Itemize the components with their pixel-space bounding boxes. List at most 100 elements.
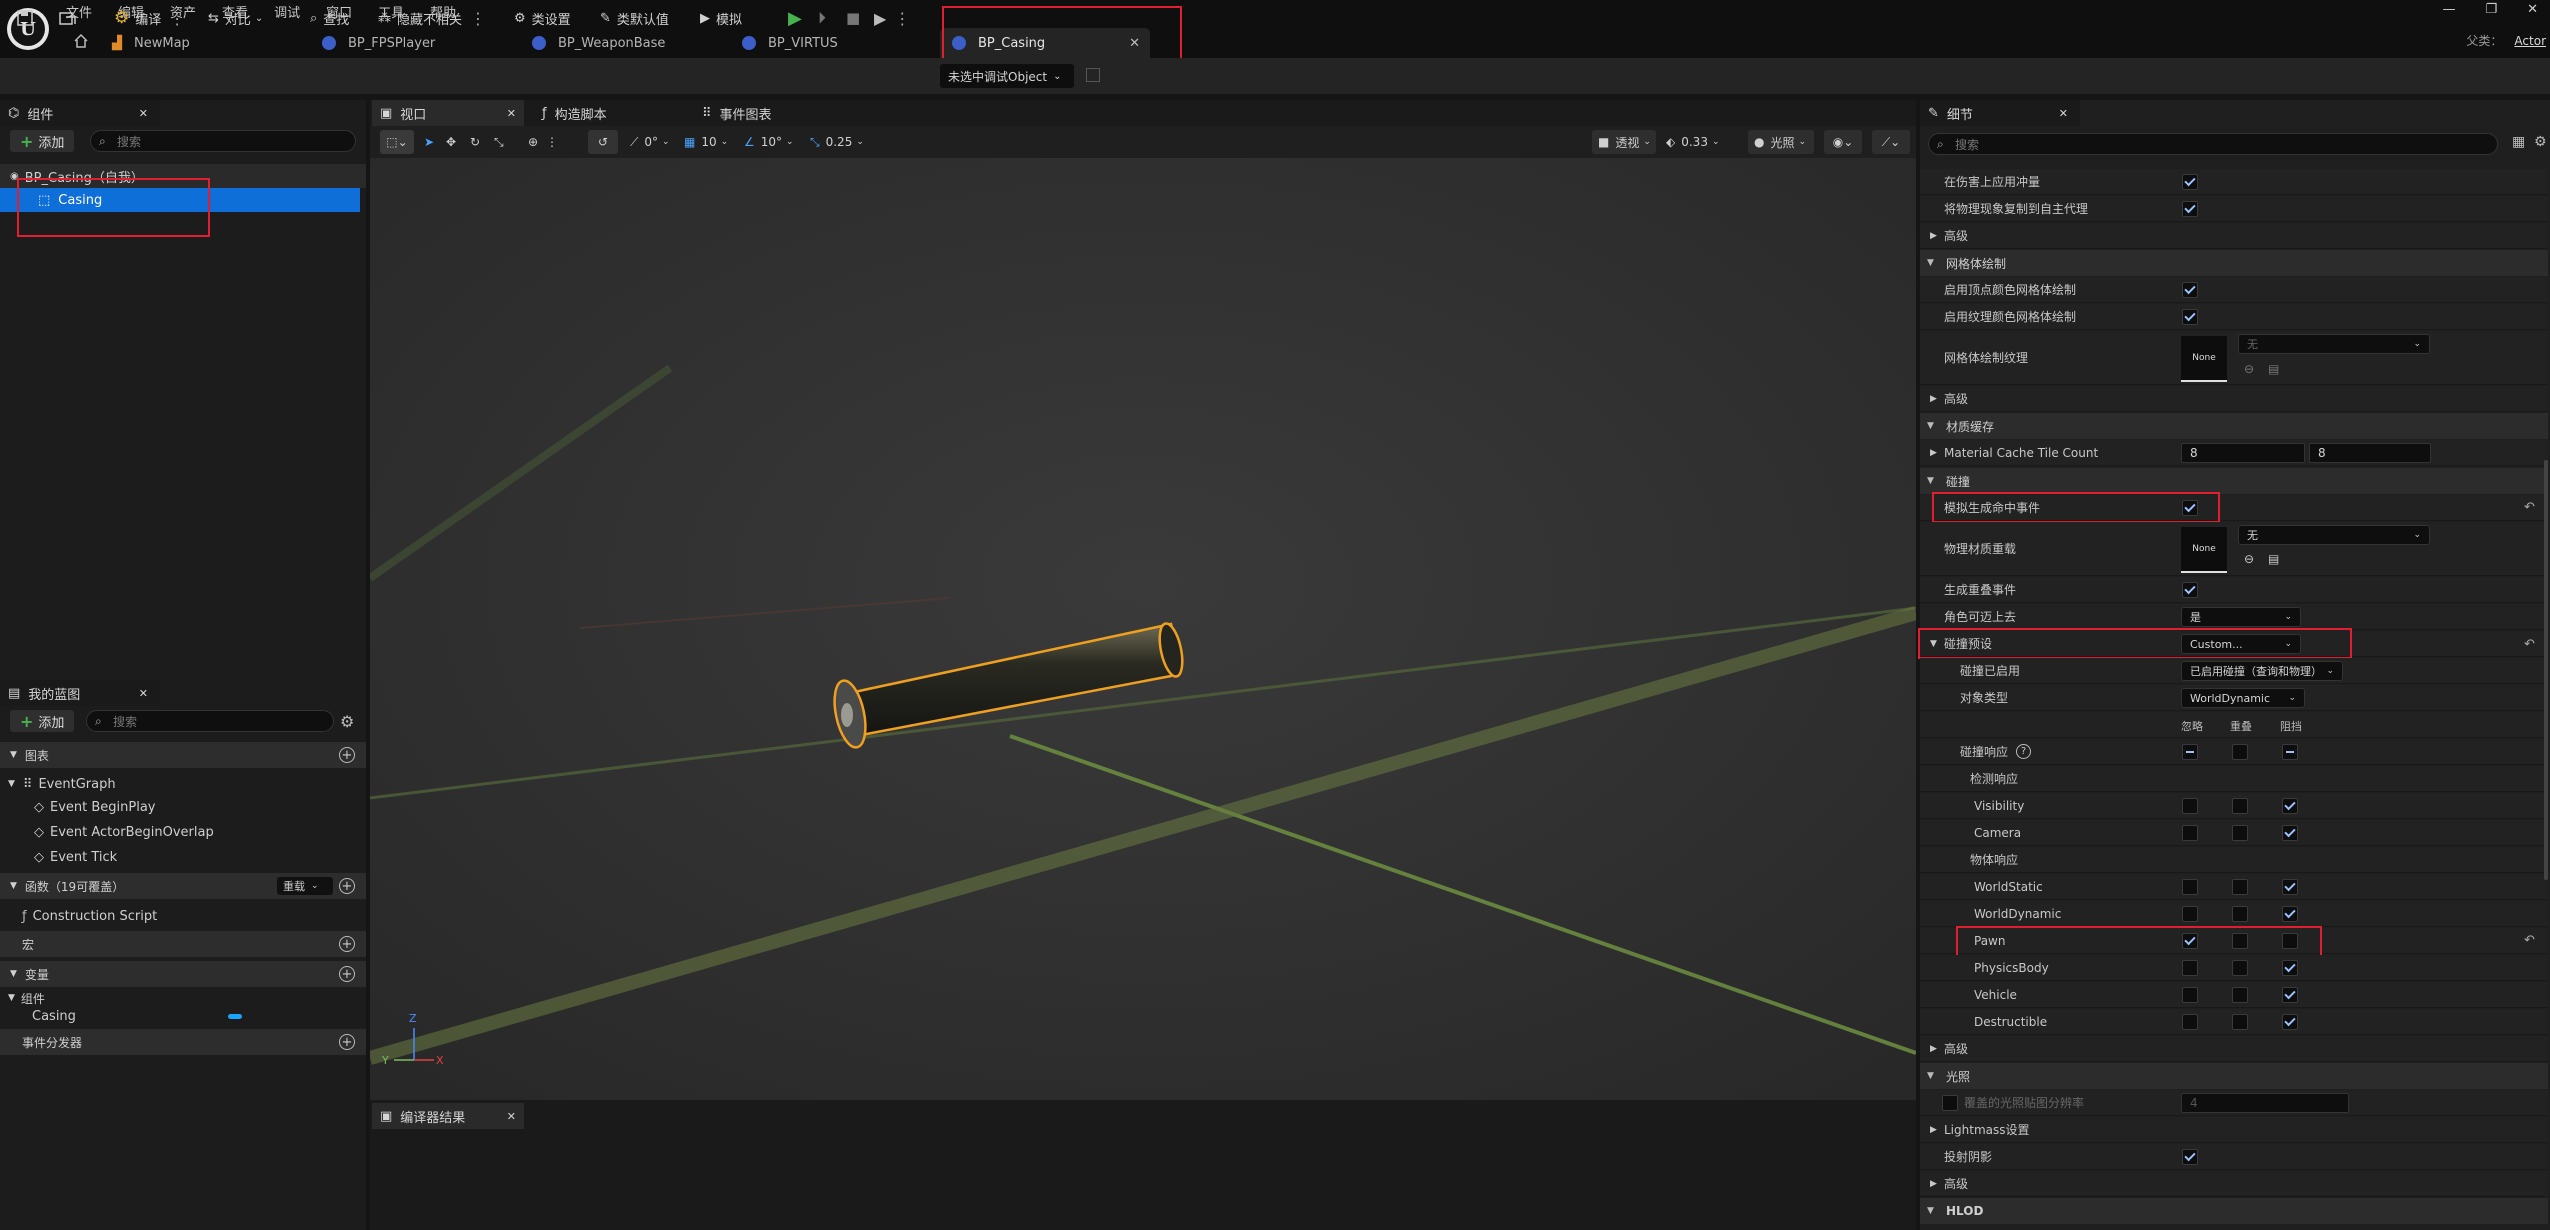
lighting-mode-dropdown[interactable]: ● 光照 ⌄ [1748, 130, 1814, 154]
components-title-tab[interactable]: ⌬ 组件 ✕ [0, 100, 160, 126]
texture-thumbnail[interactable]: None [2181, 336, 2227, 382]
camera-block[interactable] [2282, 825, 2298, 841]
event-dispatchers-section[interactable]: 事件分发器 [0, 1029, 366, 1055]
advanced-row[interactable]: ▶ 高级 [1920, 1171, 2548, 1197]
show-flags-dropdown[interactable]: ◉⌄ [1824, 130, 1862, 154]
surface-snap-icon[interactable]: ↺ [588, 130, 618, 154]
macros-section[interactable]: 宏 [0, 931, 366, 957]
tile-count-y-field[interactable]: 8 [2309, 443, 2431, 463]
simulate-button[interactable]: ▶ 模拟 [700, 0, 742, 36]
hide-unrelated-button[interactable]: ⁂ 隐藏不相关 ⋮ [378, 0, 486, 36]
translate-tool-icon[interactable]: ✥ [446, 130, 456, 154]
vehicle-block[interactable] [2282, 987, 2298, 1003]
details-title-tab[interactable]: ✎ 细节 ✕ [1920, 100, 2080, 126]
responses-ignore-all[interactable] [2182, 744, 2198, 760]
casing-variable-item[interactable]: Casing [32, 1006, 76, 1026]
reset-to-default-icon[interactable]: ↶ [2524, 500, 2535, 515]
mesh-paint-section[interactable]: ▼ 网格体绘制 [1920, 250, 2548, 276]
physics-body-block[interactable] [2282, 960, 2298, 976]
close-icon[interactable]: ✕ [507, 107, 516, 120]
class-settings-button[interactable]: ⚙ 类设置 [514, 0, 571, 36]
help-icon[interactable]: ? [2016, 744, 2032, 759]
tab-viewport[interactable]: ▣ 视口 ✕ [372, 100, 524, 126]
cast-shadow-checkbox[interactable] [2182, 1149, 2198, 1165]
collision-section[interactable]: ▼ 碰撞 [1920, 468, 2548, 494]
add-blueprint-item-button[interactable]: + 添加 [10, 710, 75, 732]
use-selected-icon[interactable]: ⊖ [2244, 362, 2254, 376]
gear-icon[interactable]: ⚙ [2534, 134, 2547, 150]
maximize-icon[interactable]: ❐ [2485, 2, 2497, 17]
world-dynamic-block[interactable] [2282, 906, 2298, 922]
browse-button[interactable] [58, 0, 78, 36]
eject-button[interactable]: ▶ ⋮ [874, 0, 910, 36]
browse-asset-icon[interactable]: ▤ [2268, 552, 2279, 566]
viewport-options-dropdown[interactable]: ⟋⌄ [1872, 130, 1910, 154]
more-icon[interactable]: ⋮ [169, 9, 185, 28]
stop-button[interactable]: ■ [846, 0, 860, 36]
minimize-icon[interactable]: — [2442, 2, 2455, 17]
tab-compiler-results[interactable]: ▣ 编译器结果 ✕ [372, 1103, 524, 1129]
override-dropdown[interactable]: 重载 ⌄ [277, 877, 333, 895]
texture-color-paint-checkbox[interactable] [2182, 309, 2198, 325]
vehicle-ignore[interactable] [2182, 987, 2198, 1003]
close-icon[interactable]: ✕ [2059, 107, 2068, 120]
tab-event-graph[interactable]: ⠿ 事件图表 [694, 100, 780, 126]
class-defaults-button[interactable]: ✎ 类默认值 [600, 0, 669, 36]
add-dispatcher-icon[interactable]: + [339, 1034, 355, 1050]
world-local-icon[interactable]: ⊕ [528, 130, 538, 154]
add-component-button[interactable]: + 添加 [10, 130, 75, 152]
can-step-up-dropdown[interactable]: 是 ⌄ [2181, 607, 2301, 627]
override-lightmap-res-checkbox[interactable] [1942, 1095, 1958, 1111]
tab-construction-script[interactable]: ƒ 构造脚本 [534, 100, 615, 126]
advanced-row[interactable]: ▶ 高级 [1920, 386, 2548, 412]
event-item[interactable]: ◇ Event BeginPlay [34, 795, 156, 819]
my-blueprint-title-tab[interactable]: ▤ 我的蓝图 ✕ [0, 680, 160, 706]
destructible-overlap[interactable] [2232, 1014, 2248, 1030]
rotate-tool-icon[interactable]: ↻ [470, 130, 480, 154]
scale-tool-icon[interactable]: ⤡ [494, 130, 504, 154]
mesh-paint-texture-dropdown[interactable]: 无 ⌄ [2238, 334, 2430, 354]
reset-to-default-icon[interactable]: ↶ [2524, 933, 2535, 948]
visibility-ignore[interactable] [2182, 798, 2198, 814]
world-dynamic-ignore[interactable] [2182, 906, 2198, 922]
rotation-snap-toggle[interactable]: ⟋ 0° ⌄ [630, 130, 670, 154]
close-icon[interactable]: ✕ [139, 107, 148, 120]
world-static-ignore[interactable] [2182, 879, 2198, 895]
more-icon[interactable]: ⋮ [546, 130, 558, 154]
add-function-icon[interactable]: + [339, 878, 355, 894]
gear-icon[interactable]: ⚙ [340, 712, 354, 731]
grid-snap-toggle[interactable]: ▦ 10 ⌄ [684, 130, 728, 154]
parent-class-link[interactable]: Actor [2514, 34, 2546, 48]
details-scrollbar[interactable] [2544, 460, 2548, 880]
viewport-scene[interactable]: Z Y X [370, 158, 1916, 1100]
scale-snap-toggle[interactable]: ⤡ 0.25 ⌄ [810, 130, 864, 154]
object-type-dropdown[interactable]: WorldDynamic ⌄ [2181, 688, 2305, 708]
advanced-row[interactable]: ▶ 高级 [1920, 1036, 2548, 1062]
compile-button[interactable]: ⚙ 编译 ⋮ [114, 0, 185, 36]
transform-mode-dropdown[interactable]: ⬚⌄ [380, 130, 414, 154]
browse-asset-icon[interactable]: ▤ [2268, 362, 2279, 376]
variables-section[interactable]: ▼ 变量 [0, 961, 366, 987]
destructible-ignore[interactable] [2182, 1014, 2198, 1030]
vertex-color-paint-checkbox[interactable] [2182, 282, 2198, 298]
gen-overlap-events-checkbox[interactable] [2182, 582, 2198, 598]
add-variable-icon[interactable]: + [339, 966, 355, 982]
details-search-input[interactable]: ⌕ 搜索 [1928, 133, 2498, 155]
more-icon[interactable]: ⋮ [470, 9, 486, 28]
fov-dropdown[interactable]: ⬖ 0.33 ⌄ [1666, 130, 1720, 154]
find-button[interactable]: ⌕ 查找 [310, 0, 349, 36]
responses-block-all[interactable] [2282, 744, 2298, 760]
collision-enabled-dropdown[interactable]: 已启用碰撞（查询和物理） ⌄ [2181, 661, 2343, 681]
phys-material-dropdown[interactable]: 无 ⌄ [2238, 525, 2430, 545]
destructible-block[interactable] [2282, 1014, 2298, 1030]
camera-overlap[interactable] [2232, 825, 2248, 841]
diff-button[interactable]: ⇆ 对比 ⌄ [208, 0, 263, 36]
table-view-icon[interactable]: ▦ [2512, 134, 2525, 150]
select-tool-icon[interactable]: ➤ [424, 130, 434, 154]
replicate-physics-checkbox[interactable] [2182, 201, 2198, 217]
visibility-block[interactable] [2282, 798, 2298, 814]
physics-body-overlap[interactable] [2232, 960, 2248, 976]
window-close-icon[interactable]: ✕ [2527, 2, 2538, 17]
debug-filter-icon[interactable] [1086, 68, 1100, 82]
view-mode-dropdown[interactable]: ■ 透视 ⌄ [1592, 130, 1656, 154]
